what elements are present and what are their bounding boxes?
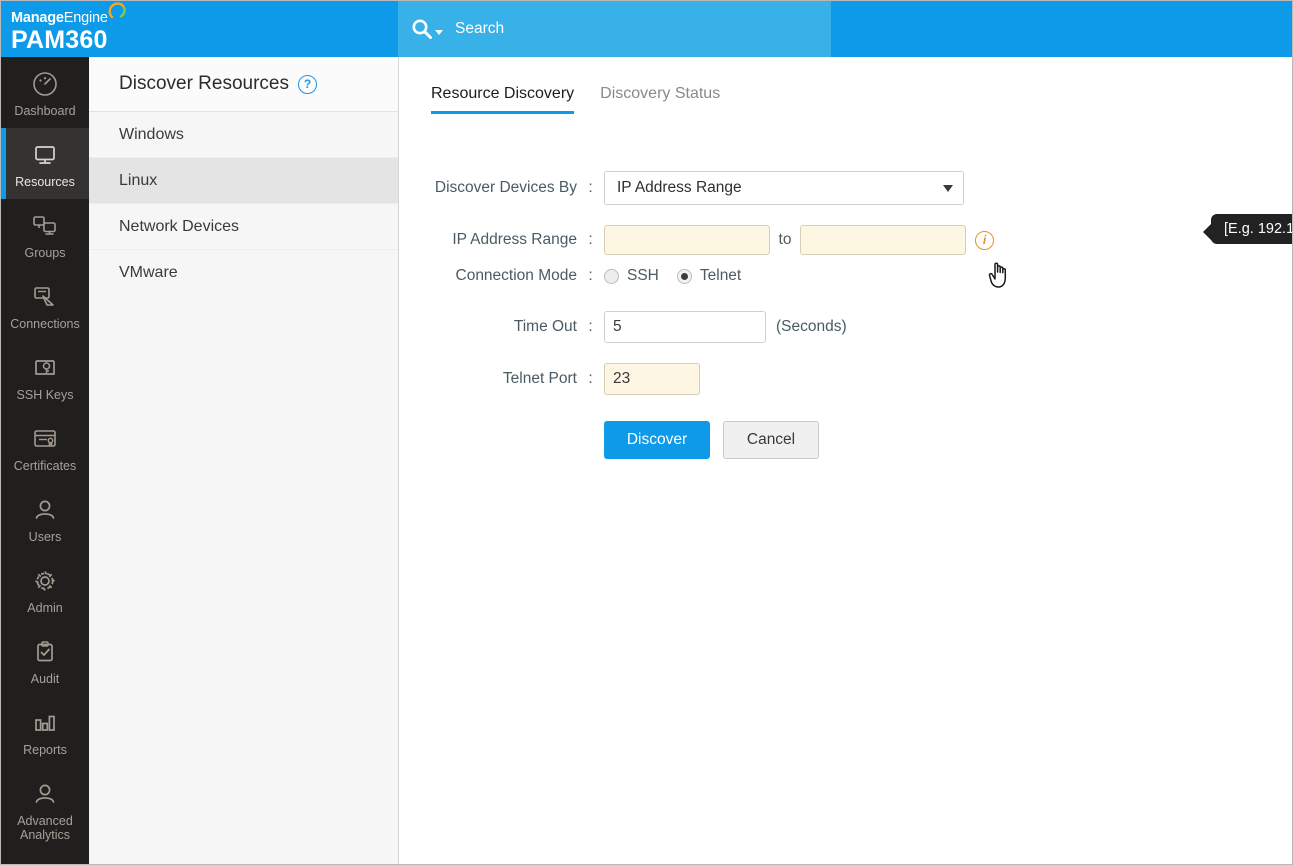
connection-mode-radio-telnet[interactable]: [677, 269, 692, 284]
page-title: Discover Resources: [119, 73, 289, 95]
telnet-port-input[interactable]: [604, 363, 700, 395]
discover-by-selected-value: IP Address Range: [617, 179, 742, 197]
subnav-item-vmware[interactable]: VMware: [89, 250, 398, 296]
timeout-suffix: (Seconds): [776, 318, 847, 336]
user-icon: [30, 495, 60, 525]
sidebar-item-audit[interactable]: Audit: [1, 625, 89, 696]
telnet-port-label: Telnet Port: [399, 370, 577, 388]
connection-mode-label-telnet[interactable]: Telnet: [700, 267, 741, 285]
subnav-item-label: VMware: [119, 264, 178, 282]
form-row-discover-by: Discover Devices By : IP Address Range: [399, 171, 1292, 205]
subnav-item-windows[interactable]: Windows: [89, 112, 398, 158]
ssh-key-icon: [30, 353, 60, 383]
label-colon: :: [577, 231, 604, 249]
connection-plug-icon: [30, 282, 60, 312]
tab-bar: Resource Discovery Discovery Status: [399, 57, 1292, 114]
sidebar-item-groups[interactable]: Groups: [1, 199, 89, 270]
form-row-actions: Discover Cancel: [399, 421, 1292, 459]
certificate-icon: [30, 424, 60, 454]
secondary-sidebar-header: Discover Resources ?: [89, 57, 398, 112]
label-colon: :: [577, 267, 604, 285]
sidebar-item-label: Audit: [31, 672, 60, 686]
top-header: ManageEngine PAM360: [1, 1, 1292, 57]
form-row-telnet-port: Telnet Port :: [399, 363, 1292, 395]
secondary-sidebar: Discover Resources ? Windows Linux Netwo…: [89, 57, 399, 865]
subnav-item-network-devices[interactable]: Network Devices: [89, 204, 398, 250]
tab-label: Discovery Status: [600, 85, 720, 102]
form-row-timeout: Time Out : (Seconds): [399, 311, 1292, 343]
gear-icon: [30, 566, 60, 596]
sidebar-item-admin[interactable]: Admin: [1, 554, 89, 625]
subnav-item-label: Windows: [119, 126, 184, 144]
primary-sidebar: Dashboard Resources: [1, 57, 89, 865]
ip-range-from-input[interactable]: [604, 225, 770, 255]
sidebar-item-ssh-keys[interactable]: SSH Keys: [1, 341, 89, 412]
monitor-icon: [30, 140, 60, 170]
resource-discovery-form: Discover Devices By : IP Address Range I…: [399, 171, 1292, 459]
sidebar-item-label: Dashboard: [14, 104, 75, 118]
monitors-group-icon: [30, 211, 60, 241]
sidebar-item-connections[interactable]: Connections: [1, 270, 89, 341]
global-search-area: [398, 1, 831, 57]
sidebar-item-label: Reports: [23, 743, 67, 757]
sidebar-item-users[interactable]: Users: [1, 483, 89, 554]
manageengine-swirl-icon: [108, 2, 126, 25]
sidebar-item-label-line1: Advanced: [17, 814, 73, 828]
tab-discovery-status[interactable]: Discovery Status: [600, 85, 720, 114]
connection-mode-radio-ssh[interactable]: [604, 269, 619, 284]
search-icon[interactable]: [411, 18, 455, 40]
chevron-down-icon[interactable]: [943, 185, 953, 192]
subnav-item-label: Linux: [119, 172, 157, 190]
brand-product-name: PAM360: [11, 25, 398, 55]
sidebar-item-label-line2: Analytics: [20, 828, 70, 842]
ip-range-to-input[interactable]: [800, 225, 966, 255]
label-colon: :: [577, 179, 604, 197]
sidebar-item-label: SSH Keys: [17, 388, 74, 402]
sidebar-item-label: Connections: [10, 317, 80, 331]
sidebar-item-label: Users: [29, 530, 62, 544]
form-row-ip-range: IP Address Range : to i [E.g. 192.168.11…: [399, 225, 1292, 255]
app-window: ManageEngine PAM360: [0, 0, 1293, 865]
discover-by-label: Discover Devices By: [399, 179, 577, 197]
main-content: Resource Discovery Discovery Status Disc…: [399, 57, 1292, 865]
sidebar-item-reports[interactable]: Reports: [1, 696, 89, 767]
sidebar-item-resources[interactable]: Resources: [1, 128, 89, 199]
chevron-down-icon[interactable]: [435, 30, 443, 35]
ip-range-tooltip: [E.g. 192.168.11.1 to 192.168.11.5]: [1211, 214, 1293, 244]
connection-mode-label-ssh[interactable]: SSH: [627, 267, 659, 285]
search-input[interactable]: [455, 14, 795, 44]
tab-label: Resource Discovery: [431, 85, 574, 102]
cancel-button[interactable]: Cancel: [723, 421, 819, 459]
gauge-icon: [30, 69, 60, 99]
discover-button[interactable]: Discover: [604, 421, 710, 459]
sidebar-item-label: Certificates: [14, 459, 77, 473]
header-spacer: [831, 1, 1292, 57]
sidebar-item-label: Groups: [25, 246, 66, 260]
user-icon: [30, 779, 60, 809]
subnav-item-linux[interactable]: Linux: [89, 158, 398, 204]
label-colon: :: [577, 318, 604, 336]
info-icon[interactable]: i: [975, 231, 994, 250]
ip-range-label: IP Address Range: [399, 231, 577, 249]
brand-logo[interactable]: ManageEngine PAM360: [1, 1, 398, 57]
subnav-item-label: Network Devices: [119, 218, 239, 236]
form-row-connection-mode: Connection Mode : SSH Telnet: [399, 267, 1292, 285]
sidebar-item-advanced-analytics[interactable]: Advanced Analytics: [1, 767, 89, 851]
sidebar-item-label: Admin: [27, 601, 62, 615]
label-colon: :: [577, 370, 604, 388]
sidebar-item-certificates[interactable]: Certificates: [1, 412, 89, 483]
clipboard-check-icon: [30, 637, 60, 667]
timeout-label: Time Out: [399, 318, 577, 336]
timeout-input[interactable]: [604, 311, 766, 343]
sidebar-item-dashboard[interactable]: Dashboard: [1, 57, 89, 128]
bar-chart-icon: [30, 708, 60, 738]
tab-resource-discovery[interactable]: Resource Discovery: [431, 85, 574, 114]
discover-by-select[interactable]: IP Address Range: [604, 171, 964, 205]
connection-mode-label: Connection Mode: [399, 267, 577, 285]
sidebar-item-label: Resources: [15, 175, 75, 189]
ip-range-separator: to: [770, 231, 800, 249]
help-icon[interactable]: ?: [298, 75, 317, 94]
